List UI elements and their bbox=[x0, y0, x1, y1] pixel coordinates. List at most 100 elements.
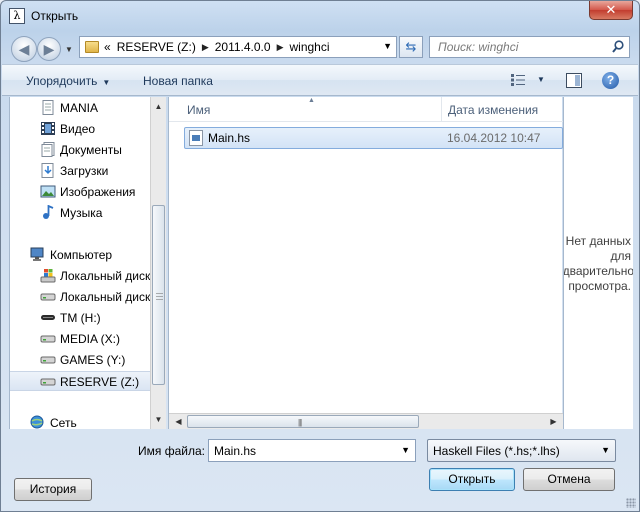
nav-item-label: Сеть bbox=[50, 416, 77, 429]
folder-icon bbox=[85, 41, 99, 53]
file-date: 16.04.2012 10:47 bbox=[447, 131, 541, 145]
nav-item-music[interactable]: Музыка bbox=[10, 203, 152, 223]
nav-item-label: RESERVE (Z:) bbox=[60, 375, 140, 389]
view-options-icon[interactable] bbox=[511, 74, 525, 86]
computer-icon bbox=[30, 247, 44, 261]
windows-drive-icon bbox=[40, 269, 56, 283]
removable-drive-icon bbox=[41, 315, 55, 320]
history-button[interactable]: История bbox=[14, 478, 92, 501]
chevron-right-icon[interactable]: ▶ bbox=[202, 40, 209, 54]
scrollbar-thumb[interactable]: — — — bbox=[152, 205, 165, 385]
refresh-icon: ⇆ bbox=[405, 39, 417, 54]
lambda-app-icon: λ bbox=[9, 8, 25, 24]
nav-item-label: Документы bbox=[60, 143, 122, 157]
downloads-icon bbox=[41, 163, 54, 178]
nav-item-label: Локальный диск bbox=[60, 290, 151, 304]
drive-icon bbox=[40, 335, 56, 343]
nav-item-pictures[interactable]: Изображения bbox=[10, 182, 152, 202]
navigation-scrollbar[interactable]: ▲ — — — ▼ bbox=[150, 97, 166, 429]
title-bar: λ Открыть ✕ bbox=[1, 1, 639, 31]
nav-item-network[interactable]: Сеть bbox=[10, 413, 152, 429]
file-type-select[interactable]: Haskell Files (*.hs;*.lhs) ▼ bbox=[427, 439, 616, 462]
arrow-left-icon: ◀ bbox=[18, 41, 30, 57]
breadcrumb-item[interactable]: winghci bbox=[289, 40, 329, 54]
nav-item-label: MEDIA (X:) bbox=[60, 332, 121, 346]
document-icon bbox=[42, 100, 54, 115]
nav-item-mania[interactable]: MANIA bbox=[10, 98, 152, 118]
navigation-pane[interactable]: MANIA Видео Документы Загрузки Изображен… bbox=[9, 97, 166, 429]
nav-item-computer[interactable]: Компьютер bbox=[10, 245, 152, 265]
nav-item-video[interactable]: Видео bbox=[10, 119, 152, 139]
organize-button[interactable]: Упорядочить ▼ bbox=[26, 74, 110, 88]
documents-icon bbox=[41, 142, 55, 157]
address-bar[interactable]: « RESERVE (Z:) ▶ 2011.4.0.0 ▶ winghci ▼ bbox=[79, 36, 397, 58]
scroll-down-icon[interactable]: ▼ bbox=[151, 412, 166, 427]
search-placeholder: Поиск: winghci bbox=[438, 40, 519, 54]
column-header-row: ▲ Имя Дата изменения bbox=[169, 97, 563, 122]
music-icon bbox=[43, 205, 54, 219]
table-row[interactable]: Main.hs 16.04.2012 10:47 bbox=[184, 127, 563, 149]
network-icon bbox=[30, 415, 44, 429]
preview-pane-toggle-icon[interactable] bbox=[566, 73, 582, 88]
view-options-dropdown-icon[interactable]: ▼ bbox=[537, 75, 545, 84]
open-file-dialog: λ Открыть ✕ ◀ ▶ ▼ « RESERVE (Z:) ▶ 2011.… bbox=[0, 0, 640, 512]
breadcrumb-overflow[interactable]: « bbox=[104, 40, 111, 54]
nav-item-reserve-z[interactable]: RESERVE (Z:) bbox=[10, 371, 152, 391]
help-icon[interactable]: ? bbox=[602, 72, 619, 89]
nav-item-label: MANIA bbox=[60, 101, 99, 115]
search-icon[interactable] bbox=[612, 40, 624, 54]
scroll-right-icon[interactable]: ▶ bbox=[546, 414, 561, 429]
nav-item-label: Компьютер bbox=[50, 248, 113, 262]
breadcrumb: « RESERVE (Z:) ▶ 2011.4.0.0 ▶ winghci bbox=[104, 40, 330, 54]
grip-icon: — — — bbox=[156, 290, 163, 303]
nav-item-local-disk-windows[interactable]: Локальный диск bbox=[10, 266, 152, 286]
forward-button[interactable]: ▶ bbox=[37, 37, 61, 61]
drive-icon bbox=[40, 378, 56, 386]
close-button[interactable]: ✕ bbox=[589, 1, 633, 20]
chevron-down-icon: ▼ bbox=[102, 78, 111, 87]
preview-pane: Нет данных для предварительного просмотр… bbox=[563, 97, 633, 429]
filename-label: Имя файла: bbox=[138, 444, 205, 458]
scrollbar-thumb[interactable]: ||| bbox=[187, 415, 419, 428]
new-folder-button[interactable]: Новая папка bbox=[143, 74, 213, 88]
nav-item-local-disk[interactable]: Локальный диск bbox=[10, 287, 152, 307]
recent-locations-dropdown[interactable]: ▼ bbox=[65, 45, 73, 54]
breadcrumb-item[interactable]: RESERVE (Z:) bbox=[117, 40, 196, 54]
column-divider[interactable] bbox=[441, 97, 442, 122]
drive-icon bbox=[40, 356, 56, 364]
nav-item-games-y[interactable]: GAMES (Y:) bbox=[10, 350, 152, 370]
nav-item-label: TM (H:) bbox=[60, 311, 101, 325]
sort-ascending-icon: ▲ bbox=[308, 97, 315, 104]
command-toolbar: Упорядочить ▼ Новая папка ▼ ? bbox=[2, 64, 638, 96]
nav-item-label: Локальный диск bbox=[60, 269, 151, 283]
nav-item-downloads[interactable]: Загрузки bbox=[10, 161, 152, 181]
organize-label: Упорядочить bbox=[26, 74, 98, 88]
filename-value: Main.hs bbox=[214, 444, 257, 458]
breadcrumb-item[interactable]: 2011.4.0.0 bbox=[215, 40, 271, 54]
column-header-name[interactable]: Имя bbox=[187, 103, 210, 117]
chevron-down-icon[interactable]: ▼ bbox=[401, 445, 410, 455]
nav-item-tm-h[interactable]: TM (H:) bbox=[10, 308, 152, 328]
resize-grip-icon[interactable] bbox=[626, 498, 636, 508]
file-list[interactable]: ▲ Имя Дата изменения Main.hs 16.04.2012 … bbox=[168, 97, 563, 429]
search-input[interactable]: Поиск: winghci bbox=[429, 36, 630, 58]
scroll-up-icon[interactable]: ▲ bbox=[151, 99, 166, 114]
nav-item-documents[interactable]: Документы bbox=[10, 140, 152, 160]
refresh-button[interactable]: ⇆ bbox=[399, 36, 423, 58]
address-dropdown-icon[interactable]: ▼ bbox=[383, 41, 392, 51]
preview-message: Нет данных для предварительного просмотр… bbox=[563, 234, 633, 293]
filename-field[interactable]: Main.hs ▼ bbox=[208, 439, 416, 462]
chevron-right-icon[interactable]: ▶ bbox=[277, 40, 284, 54]
open-button[interactable]: Открыть bbox=[429, 468, 515, 491]
cancel-button[interactable]: Отмена bbox=[523, 468, 615, 491]
chevron-down-icon: ▼ bbox=[601, 445, 610, 455]
nav-item-label: Изображения bbox=[60, 185, 136, 199]
horizontal-scrollbar[interactable]: ◀ ||| ▶ bbox=[169, 413, 563, 429]
back-button[interactable]: ◀ bbox=[11, 36, 37, 62]
nav-item-media-x[interactable]: MEDIA (X:) bbox=[10, 329, 152, 349]
video-icon bbox=[41, 122, 55, 135]
column-header-date[interactable]: Дата изменения bbox=[448, 103, 538, 117]
file-name: Main.hs bbox=[208, 131, 251, 145]
pictures-icon bbox=[40, 185, 56, 198]
scroll-left-icon[interactable]: ◀ bbox=[171, 414, 186, 429]
